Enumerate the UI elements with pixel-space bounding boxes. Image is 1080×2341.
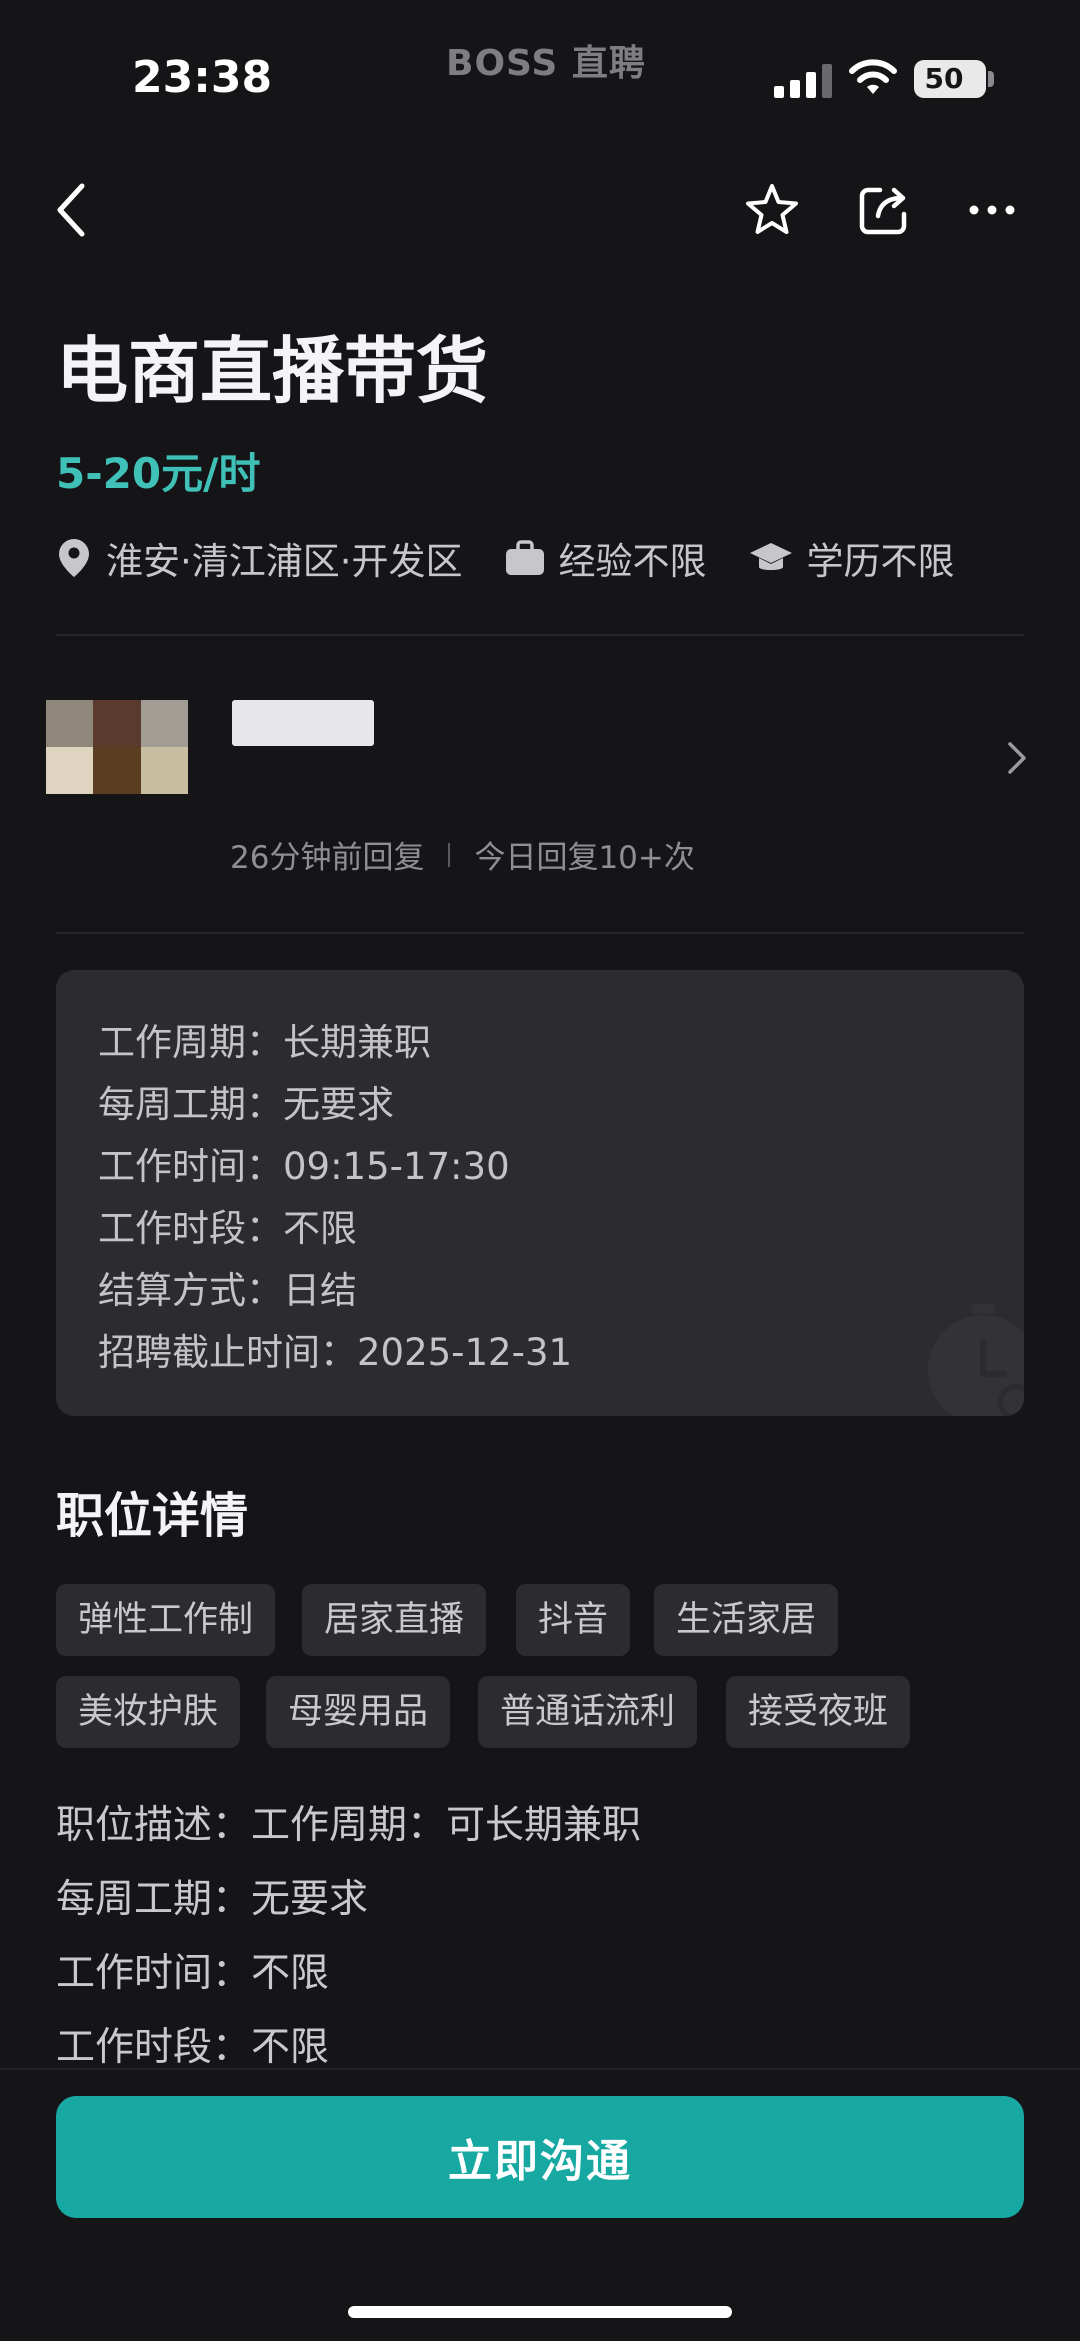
education-item: 学历不限 [749,531,955,585]
favorite-button[interactable] [740,178,804,242]
tag-douyin[interactable]: 抖音 [516,1584,631,1656]
info-row-settlement: 结算方式：日结 [98,1269,357,1312]
tag-mandarin[interactable]: 普通话流利 [478,1676,698,1748]
briefcase-icon [505,540,544,575]
info-rows: 工作周期：长期兼职 每周工期：无要求 工作时间：09:15-17:30 工作时段… [98,1012,572,1384]
info-row-hours: 工作时间：09:15-17:30 [98,1145,510,1188]
clock-watermark-icon [928,1304,1024,1416]
job-meta-row: 淮安·清江浦区·开发区 经验不限 学历不限 [56,530,997,586]
description-line: 每周工期：无要求 [56,1877,369,1922]
location-item: 淮安·清江浦区·开发区 [56,531,463,585]
share-button[interactable] [852,178,916,242]
status-time: 23:38 [132,52,273,103]
share-icon [859,187,907,235]
section-title-details: 职位详情 [56,1488,249,1544]
education-text: 学历不限 [806,540,955,583]
status-app-name: BOSS 直聘 [446,43,646,84]
description-line: 工作时段：不限 [56,2025,330,2070]
battery-level: 50 [924,62,964,95]
info-row-deadline: 招聘截止时间：2025-12-31 [98,1331,573,1374]
cellular-signal-icon [774,62,832,98]
info-row-weekly: 每周工期：无要求 [98,1083,394,1126]
experience-text: 经验不限 [558,540,707,583]
graduation-cap-icon [749,543,792,570]
reply-time: 26分钟前回复 [230,840,425,876]
chat-now-button[interactable]: 立即沟通 [56,2096,1024,2218]
description-line: 工作时间：不限 [56,1951,330,1996]
home-indicator[interactable] [348,2306,732,2318]
job-info-card: 工作周期：长期兼职 每周工期：无要求 工作时间：09:15-17:30 工作时段… [56,970,1024,1416]
tag-beauty[interactable]: 美妆护肤 [56,1676,241,1748]
tag-home-live[interactable]: 居家直播 [302,1584,487,1656]
recruiter-activity: 26分钟前回复 今日回复10+次 [230,832,695,877]
divider [56,634,1024,636]
description-line: 职位描述：工作周期：可长期兼职 [56,1803,642,1848]
job-salary: 5-20元/时 [56,449,261,498]
divider [56,932,1024,934]
tag-night-shift[interactable]: 接受夜班 [726,1676,911,1748]
chevron-left-icon [57,183,85,237]
reply-count: 今日回复10+次 [474,840,695,876]
battery-tip [988,71,994,87]
more-dots-icon [969,205,1015,215]
tag-flexible[interactable]: 弹性工作制 [56,1584,276,1656]
location-text: 淮安·清江浦区·开发区 [106,540,463,583]
job-title: 电商直播带货 [56,329,489,413]
job-detail-page: 23:38 BOSS 直聘 50 电商直播带货 5-20元/时 淮安·清江浦区·… [0,0,1080,2341]
back-button[interactable] [40,178,104,242]
experience-item: 经验不限 [505,531,707,585]
wifi-icon [849,59,897,94]
chevron-right-icon[interactable] [1000,738,1036,778]
separator [448,842,451,867]
recruiter-title-blurred [260,790,740,814]
more-button[interactable] [960,178,1024,242]
location-pin-icon [59,539,89,577]
star-icon [746,184,798,234]
tag-maternal[interactable]: 母婴用品 [266,1676,451,1748]
info-row-period: 工作周期：长期兼职 [98,1021,431,1064]
status-bar: 23:38 BOSS 直聘 50 [0,0,1080,150]
recruiter-avatar[interactable] [46,700,188,794]
tag-home-living[interactable]: 生活家居 [654,1584,839,1656]
battery-icon: 50 [914,60,986,98]
info-row-slot: 工作时段：不限 [98,1207,357,1250]
recruiter-name-redacted[interactable] [232,700,374,746]
